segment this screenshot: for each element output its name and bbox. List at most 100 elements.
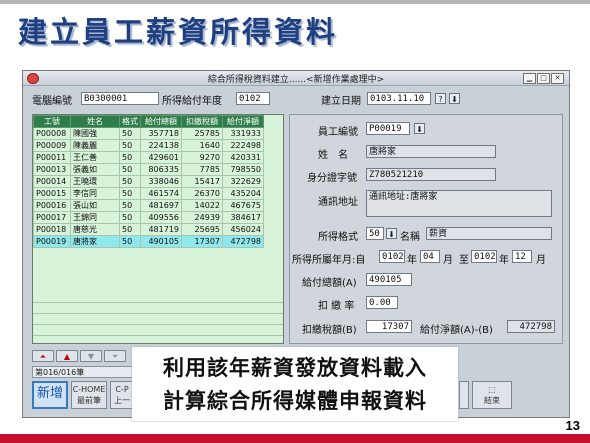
tax-field[interactable]: 17307 bbox=[366, 320, 412, 333]
first-record-line1: C-HOME bbox=[72, 385, 106, 394]
table-cell: 50 bbox=[119, 175, 141, 188]
table-cell: 50 bbox=[119, 187, 141, 200]
overlay-line2: 計算綜合所得媒體申報資料 bbox=[163, 388, 427, 413]
table-cell: 9270 bbox=[181, 151, 223, 164]
date-picker-icon[interactable]: ? bbox=[435, 93, 446, 104]
emp-id-label: 員工編號 bbox=[318, 127, 358, 138]
prev-record-button[interactable]: C-P 上一 bbox=[110, 381, 134, 409]
period-to-label: 至 bbox=[459, 255, 469, 266]
period-to-month[interactable]: 12 bbox=[512, 250, 532, 263]
format-label: 所得格式 bbox=[318, 232, 358, 243]
slide-top-rule bbox=[0, 0, 590, 4]
minimize-icon[interactable]: ▁ bbox=[523, 73, 536, 84]
table-cell: 唐將家 bbox=[70, 235, 120, 248]
gross-label: 給付總額(A) bbox=[302, 278, 357, 289]
address-field[interactable]: 通訊地址:唐將家 bbox=[366, 190, 552, 217]
format-name-field[interactable]: 薪資 bbox=[426, 227, 552, 240]
overlay-line1: 利用該年薪資發放資料載入 bbox=[163, 355, 427, 380]
slide-bottom-rule bbox=[0, 434, 590, 443]
table-row[interactable]: P00009 陳義麗 50 224138 1640 222498 bbox=[33, 139, 264, 152]
table-cell: 420331 bbox=[222, 151, 264, 164]
col-header[interactable]: 給付淨額 bbox=[222, 115, 264, 128]
gross-field[interactable]: 490105 bbox=[366, 273, 412, 286]
net-field[interactable]: 472798 bbox=[507, 320, 555, 333]
first-record-button[interactable]: C-HOME 最前筆 bbox=[71, 381, 107, 409]
table-cell: 14022 bbox=[181, 199, 223, 212]
table-cell: P00016 bbox=[33, 199, 71, 212]
table-row[interactable]: P00018 唐慈光 50 481719 25695 456024 bbox=[33, 223, 264, 236]
table-cell: 798550 bbox=[222, 163, 264, 176]
emp-id-dropdown-icon[interactable]: ⬇ bbox=[414, 123, 425, 134]
window-title: 綜合所得稅資料建立......<新增作業處理中> bbox=[207, 75, 385, 85]
col-header[interactable]: 工號 bbox=[33, 115, 71, 128]
last-record-icon[interactable]: ⏷ bbox=[104, 350, 126, 362]
table-row[interactable]: P00017 王錦同 50 409556 24939 384617 bbox=[33, 211, 264, 224]
table-cell: 李信同 bbox=[70, 187, 120, 200]
add-button[interactable]: 新增 bbox=[32, 381, 68, 409]
record-counter: 第016/016筆 bbox=[32, 366, 138, 378]
annotation-overlay: 利用該年薪資發放資料載入 計算綜合所得媒體申報資料 bbox=[132, 347, 458, 421]
format-dropdown-icon[interactable]: ⬇ bbox=[386, 228, 397, 239]
employee-grid: 工號 姓名 格式 給付總額 扣繳稅額 給付淨額 P00008 陳國強 50 35771… bbox=[32, 114, 284, 344]
emp-id-field[interactable]: P00019 bbox=[366, 122, 410, 135]
next-record-icon[interactable]: ▼ bbox=[80, 350, 102, 362]
table-cell: 50 bbox=[119, 223, 141, 236]
table-cell: P00008 bbox=[33, 127, 71, 140]
table-cell: 7785 bbox=[181, 163, 223, 176]
period-to-year[interactable]: 0102 bbox=[471, 250, 497, 263]
end-button[interactable]: ⬚ 結束 bbox=[472, 381, 512, 409]
prev-record-icon[interactable]: ▲ bbox=[56, 350, 78, 362]
table-row[interactable]: P00019 唐將家 50 490105 17307 472798 bbox=[33, 235, 264, 248]
format-field[interactable]: 50 bbox=[366, 227, 384, 240]
table-cell: 490105 bbox=[140, 235, 182, 248]
period-month-unit: 月 bbox=[443, 255, 453, 266]
table-cell: 467675 bbox=[222, 199, 264, 212]
table-row[interactable]: P00015 李信同 50 461574 26370 435204 bbox=[33, 187, 264, 200]
table-cell: P00015 bbox=[33, 187, 71, 200]
rate-label: 扣 繳 率 bbox=[318, 301, 355, 312]
table-row[interactable]: P00014 王曉環 50 338046 15417 322629 bbox=[33, 175, 264, 188]
format-name-label: 名稱 bbox=[400, 232, 420, 243]
table-cell: 唐慈光 bbox=[70, 223, 120, 236]
table-cell: 50 bbox=[119, 211, 141, 224]
table-row[interactable]: P00013 張義如 50 806335 7785 798550 bbox=[33, 163, 264, 176]
print-button[interactable] bbox=[459, 381, 469, 409]
col-header[interactable]: 扣繳稅額 bbox=[181, 115, 223, 128]
table-cell: 陳國強 bbox=[70, 127, 120, 140]
table-cell: 50 bbox=[119, 163, 141, 176]
col-header[interactable]: 格式 bbox=[119, 115, 141, 128]
table-cell: 15417 bbox=[181, 175, 223, 188]
table-cell: P00011 bbox=[33, 151, 71, 164]
period-label: 所得所屬年月:自 bbox=[292, 255, 366, 266]
table-cell: 481719 bbox=[140, 223, 182, 236]
table-cell: 王曉環 bbox=[70, 175, 120, 188]
date-field[interactable]: 0103.11.10 bbox=[367, 92, 431, 105]
idno-field[interactable]: Z780521210 bbox=[366, 168, 496, 181]
period-to-year-unit: 年 bbox=[499, 255, 509, 266]
col-header[interactable]: 姓名 bbox=[70, 115, 120, 128]
table-cell: 456024 bbox=[222, 223, 264, 236]
maximize-icon[interactable]: □ bbox=[537, 73, 550, 84]
table-row[interactable]: P00016 張山如 50 481697 14022 467675 bbox=[33, 199, 264, 212]
table-cell: 806335 bbox=[140, 163, 182, 176]
detail-panel: 員工編號 P00019 ⬇ 姓 名 唐將家 身分證字號 Z780521210 通… bbox=[289, 114, 563, 344]
table-cell: 435204 bbox=[222, 187, 264, 200]
period-from-month[interactable]: 04 bbox=[420, 250, 440, 263]
table-row[interactable]: P00011 王仁善 50 429601 9270 420331 bbox=[33, 151, 264, 164]
table-cell: 50 bbox=[119, 151, 141, 164]
table-cell: 張義如 bbox=[70, 163, 120, 176]
first-record-icon[interactable]: ⏶ bbox=[32, 350, 54, 362]
col-header[interactable]: 給付總額 bbox=[140, 115, 182, 128]
period-from-year[interactable]: 0102 bbox=[379, 250, 405, 263]
date-dropdown-icon[interactable]: ⬇ bbox=[449, 93, 460, 104]
net-label: 給付淨額(A)-(B) bbox=[420, 325, 493, 336]
name-field[interactable]: 唐將家 bbox=[366, 145, 496, 158]
table-cell: 50 bbox=[119, 235, 141, 248]
close-icon[interactable]: ✕ bbox=[551, 73, 564, 84]
rate-field[interactable]: 0.00 bbox=[366, 296, 398, 309]
prev-record-line1: C-P bbox=[115, 385, 129, 394]
table-row[interactable]: P00008 陳國強 50 357718 25785 331933 bbox=[33, 127, 264, 140]
table-cell: 50 bbox=[119, 199, 141, 212]
computer-id-field[interactable]: B0300001 bbox=[81, 92, 159, 105]
year-field[interactable]: 0102 bbox=[236, 92, 270, 105]
